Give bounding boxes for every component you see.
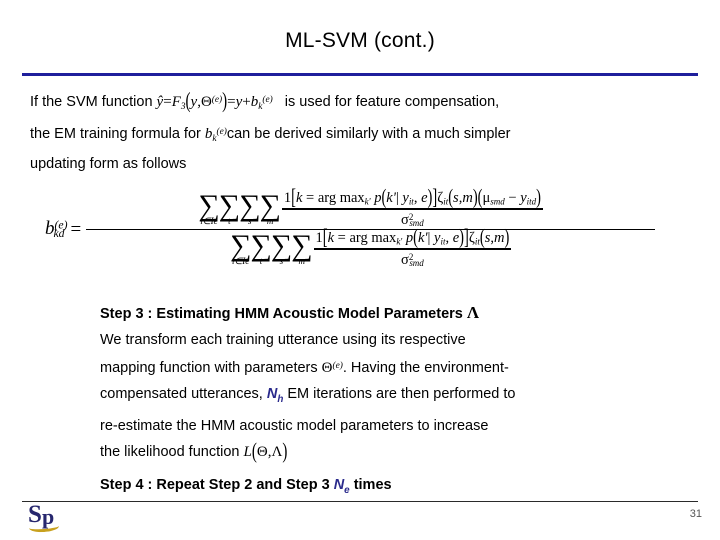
step-4-block: Step 4 : Repeat Step 2 and Step 3 Ne tim… bbox=[100, 472, 715, 504]
sum-symbol: ∑ m bbox=[259, 188, 281, 227]
step-4-heading: Step 4 : Repeat Step 2 and Step 3 Ne tim… bbox=[100, 472, 715, 504]
equation-main-fraction: ∑ i∈Ie ∑ t ∑ s ∑ m 1[k = arg maxk' p(k'|… bbox=[86, 185, 655, 269]
intro-line-1-before: If the SVM function bbox=[30, 94, 153, 111]
step-3-heading-text: Step 3 : Estimating HMM Acoustic Model P… bbox=[100, 306, 463, 322]
step-3-line-2-before: mapping function with parameters bbox=[100, 360, 318, 377]
intro-line-1-after: is used for feature compensation, bbox=[284, 94, 500, 111]
numerator-inner-fraction: 1[k = arg maxk' p(k'| yit, e)]ζit(s,m)(μ… bbox=[281, 185, 543, 228]
step-3-block: Step 3 : Estimating HMM Acoustic Model P… bbox=[100, 300, 715, 465]
sum-symbol: ∑ i∈Ie bbox=[229, 228, 252, 267]
intro-line-2-before: the EM training formula for bbox=[30, 125, 201, 142]
equation-numerator: ∑ i∈Ie ∑ t ∑ s ∑ m 1[k = arg maxk' p(k'|… bbox=[86, 185, 655, 228]
step-3-heading: Step 3 : Estimating HMM Acoustic Model P… bbox=[100, 300, 715, 327]
sum-symbol: ∑ t bbox=[218, 188, 241, 227]
sum-symbol: ∑ i∈Ie bbox=[198, 188, 220, 227]
step-3-line-3-after: EM iterations are then performed to bbox=[287, 386, 516, 403]
step-4-text-after: times bbox=[353, 477, 392, 493]
step-3-line-5: the likelihood function L(Θ,Λ) bbox=[100, 439, 715, 465]
footer-divider bbox=[22, 501, 698, 502]
denominator-inner-fraction: 1[k = arg maxk' p(k'| yit, e)]ζit(s,m) σ… bbox=[313, 225, 512, 269]
step-3-line-2: mapping function with parameters Θ(e) . … bbox=[100, 353, 715, 381]
step-3-line-3: compensated utterances, Nh EM iterations… bbox=[100, 381, 715, 413]
page-number: 31 bbox=[689, 508, 702, 520]
numerator-expression: 1[k = arg maxk' p(k'| yit, e)]ζit(s,m)(μ… bbox=[283, 185, 541, 211]
step-3-line-4: re-estimate the HMM acoustic model param… bbox=[100, 418, 489, 435]
sum-symbol: ∑ s bbox=[270, 228, 293, 267]
step-3-line-3-before: compensated utterances, bbox=[100, 386, 263, 403]
logo-swoosh-icon bbox=[28, 520, 60, 534]
organization-logo: S p bbox=[28, 502, 88, 534]
variable-Nh: Nh bbox=[266, 386, 284, 406]
inline-formula-svm-function: ŷ=F3(y,Θ(e))=y+bk(e) bbox=[156, 90, 273, 114]
page-title: ML-SVM (cont.) bbox=[285, 29, 435, 52]
variable-Ne: Ne bbox=[333, 477, 350, 496]
inline-formula-theta-e: Θ(e) bbox=[321, 360, 343, 377]
sum-symbol: ∑ m bbox=[291, 228, 313, 267]
sum-symbol: ∑ s bbox=[239, 188, 261, 227]
step-3-line-1: We transform each training utterance usi… bbox=[100, 332, 466, 348]
inline-formula-bias-term: bk(e) bbox=[204, 125, 227, 144]
equation-equals-sign: = bbox=[70, 218, 82, 240]
denominator-expression: 1[k = arg maxk' p(k'| yit, e)]ζit(s,m) bbox=[315, 225, 510, 251]
equation-denominator: ∑ i∈Ie ∑ t ∑ s ∑ m 1[k = arg maxk' p(k'|… bbox=[86, 225, 655, 269]
intro-line-1: If the SVM function ŷ=F3(y,Θ(e))=y+bk(e)… bbox=[30, 88, 720, 120]
denominator-variance-term: σ2smd bbox=[401, 251, 424, 269]
display-equation-bkd: b(e)kd = ∑ i∈Ie ∑ t ∑ s ∑ m 1[k = arg ma… bbox=[45, 172, 655, 287]
intro-line-2-after: can be derived similarly with a much sim… bbox=[226, 125, 511, 142]
sum-symbol: ∑ t bbox=[250, 228, 272, 267]
lambda-symbol: Λ bbox=[466, 303, 480, 322]
inline-formula-likelihood: L(Θ,Λ) bbox=[243, 440, 288, 464]
intro-paragraph: If the SVM function ŷ=F3(y,Θ(e))=y+bk(e)… bbox=[30, 88, 720, 177]
equation-lhs: b(e)kd bbox=[45, 217, 68, 241]
step-4-text-before: Step 4 : Repeat Step 2 and Step 3 bbox=[100, 477, 330, 493]
title-divider bbox=[22, 73, 698, 76]
step-3-line-5-before: the likelihood function bbox=[100, 444, 240, 461]
step-3-line-2-after: . Having the environment- bbox=[342, 360, 509, 377]
intro-line-2: the EM training formula for bk(e) can be… bbox=[30, 120, 720, 152]
slide-canvas: ML-SVM (cont.) If the SVM function ŷ=F3(… bbox=[0, 0, 720, 540]
